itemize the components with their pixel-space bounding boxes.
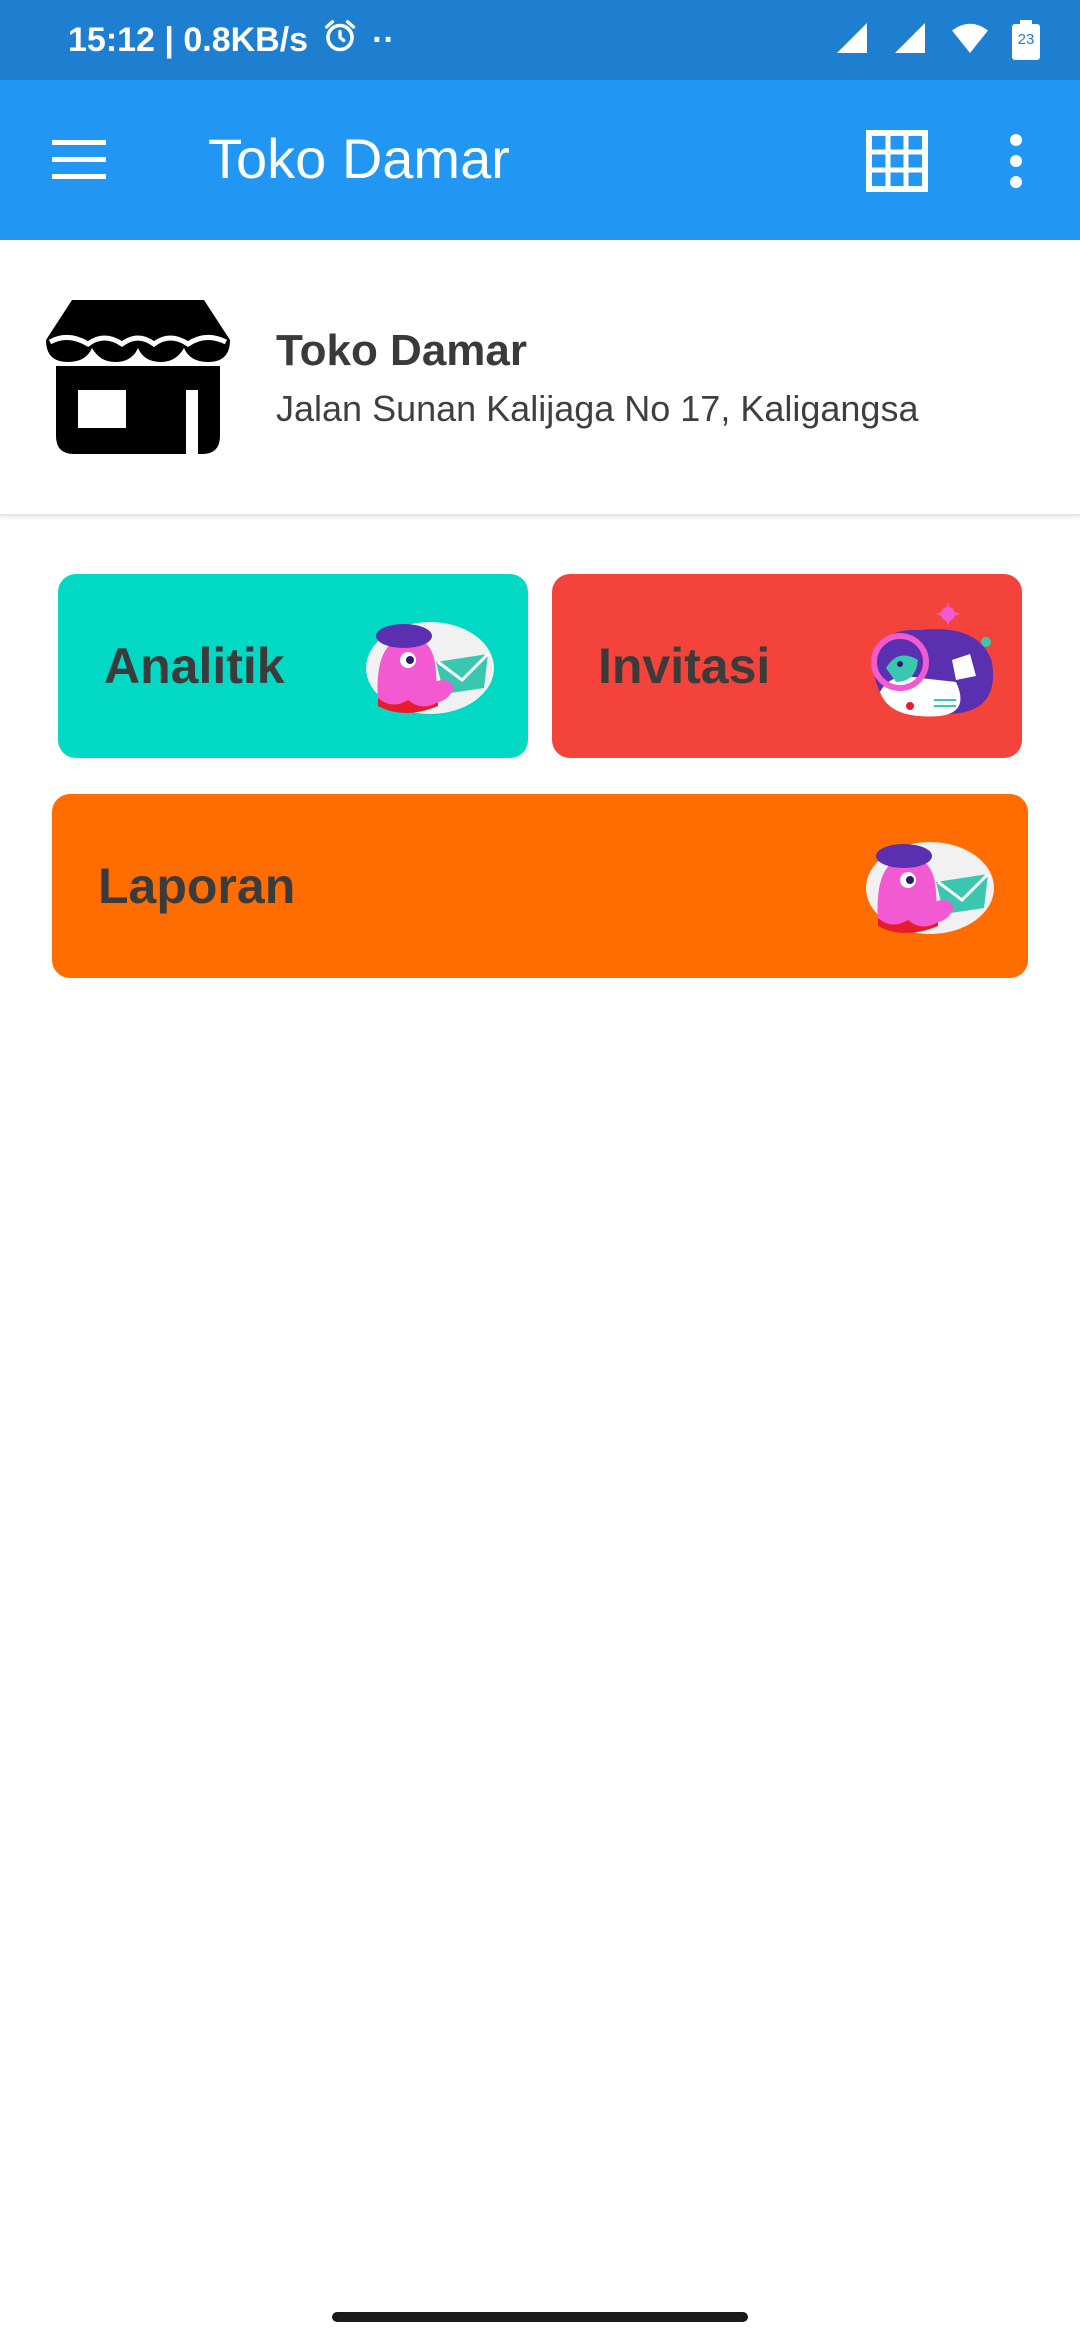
battery-level: 23 [1017, 31, 1035, 48]
status-bar: 15:12 | 0.8KB/s ·· 23 [0, 0, 1080, 80]
analitik-illustration [364, 602, 504, 732]
more-vertical-icon [1010, 134, 1022, 188]
grid-icon [866, 130, 928, 192]
analitik-tile[interactable]: Analitik [58, 574, 528, 758]
store-card[interactable]: Toko Damar Jalan Sunan Kalijaga No 17, K… [0, 240, 1080, 516]
invitasi-tile[interactable]: Invitasi [552, 574, 1022, 758]
signal-icon [834, 20, 870, 61]
app-title: Toko Damar [208, 127, 510, 190]
signal-icon-2 [892, 20, 928, 61]
menu-button[interactable] [50, 138, 110, 182]
invitasi-illustration [860, 602, 1000, 732]
status-right: 23 [834, 20, 1040, 61]
store-address: Jalan Sunan Kalijaga No 17, Kaligangsa [276, 388, 919, 429]
analitik-label: Analitik [104, 638, 285, 694]
alarm-icon [322, 18, 358, 63]
laporan-label: Laporan [98, 858, 296, 914]
battery-icon: 23 [1012, 20, 1040, 60]
status-time-speed: 15:12 | 0.8KB/s [68, 20, 309, 59]
store-icon [46, 300, 230, 454]
hamburger-menu-icon [52, 140, 106, 179]
laporan-illustration [864, 822, 1004, 952]
home-indicator[interactable] [332, 2312, 748, 2322]
status-left: 15:12 | 0.8KB/s ·· [68, 18, 395, 63]
laporan-tile[interactable]: Laporan [52, 794, 1028, 978]
more-options-button[interactable] [1004, 130, 1028, 192]
wifi-icon [950, 20, 990, 61]
app-bar: Toko Damar [0, 80, 1080, 240]
store-name: Toko Damar [276, 326, 528, 375]
invitasi-label: Invitasi [598, 638, 771, 694]
grid-view-button[interactable] [866, 130, 928, 192]
status-dots: ·· [372, 20, 395, 59]
